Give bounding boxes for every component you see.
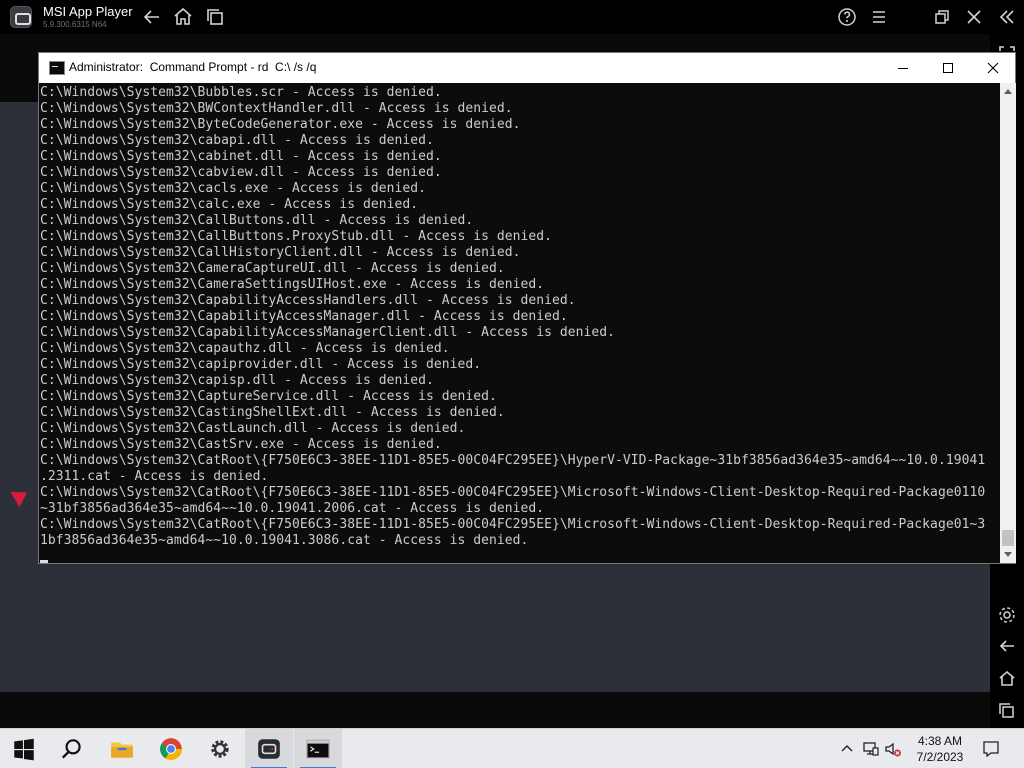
clock-date: 7/2/2023 <box>916 750 964 764</box>
console-cursor <box>40 560 48 563</box>
console-line: C:\Windows\System32\Bubbles.scr - Access… <box>40 85 442 100</box>
console-line: C:\Windows\System32\cabinet.dll - Access… <box>40 149 442 164</box>
scroll-up-arrow-icon[interactable] <box>1004 89 1012 94</box>
app-player-title: MSI App Player <box>43 4 133 19</box>
console-line: C:\Windows\System32\CatRoot\{F750E6C3-38… <box>40 517 986 532</box>
console-line: C:\Windows\System32\CatRoot\{F750E6C3-38… <box>40 453 986 468</box>
app-player-version: 5.9.300.6315 N64 <box>43 20 107 29</box>
start-button[interactable] <box>0 729 48 768</box>
console-line: C:\Windows\System32\cacls.exe - Access i… <box>40 181 426 196</box>
minimize-icon <box>898 68 908 69</box>
console-line: C:\Windows\System32\CatRoot\{F750E6C3-38… <box>40 485 986 500</box>
android-home-icon[interactable] <box>995 667 1019 691</box>
notifications-icon[interactable] <box>981 739 1001 759</box>
close-button[interactable] <box>970 53 1016 83</box>
console-line: .2311.cat - Access is denied. <box>40 469 269 484</box>
console-line: C:\Windows\System32\CallHistoryClient.dl… <box>40 245 521 260</box>
recent-apps-icon[interactable] <box>203 5 227 29</box>
command-prompt-window[interactable]: Administrator: Command Prompt - rd C:\ /… <box>38 52 1016 564</box>
command-prompt-title-bar[interactable]: Administrator: Command Prompt - rd C:\ /… <box>39 53 1015 83</box>
close-player-icon[interactable] <box>962 5 986 29</box>
android-back-icon[interactable] <box>995 634 1019 658</box>
console-line: C:\Windows\System32\capauthz.dll - Acces… <box>40 341 450 356</box>
app-player-title-bar: MSI App Player 5.9.300.6315 N64 <box>0 0 1024 34</box>
console-line: C:\Windows\System32\CastLaunch.dll - Acc… <box>40 421 466 436</box>
show-hidden-icons-chevron-icon[interactable] <box>838 740 856 758</box>
window-title: Administrator: Command Prompt - rd C:\ /… <box>69 60 317 74</box>
console-line: 1bf3856ad364e35~amd64~~10.0.19041.3086.c… <box>40 533 529 548</box>
android-recents-icon[interactable] <box>995 699 1019 723</box>
console-line: C:\Windows\System32\CapabilityAccessHand… <box>40 293 576 308</box>
command-prompt-taskbar-icon <box>306 739 330 759</box>
scroll-down-arrow-icon[interactable] <box>1004 552 1012 557</box>
msi-app-player-icon <box>258 739 280 759</box>
settings-gear-icon[interactable] <box>995 603 1019 627</box>
maximize-icon <box>943 63 953 73</box>
console-line: C:\Windows\System32\BWContextHandler.dll… <box>40 101 513 116</box>
console-line: C:\Windows\System32\CallButtons.ProxyStu… <box>40 229 552 244</box>
clock-time: 4:38 AM <box>917 734 963 748</box>
chrome-icon <box>160 738 182 760</box>
minimize-button[interactable] <box>880 53 926 83</box>
console-line: C:\Windows\System32\cabview.dll - Access… <box>40 165 442 180</box>
chrome-button[interactable] <box>147 729 195 768</box>
console-output[interactable]: C:\Windows\System32\Bubbles.scr - Access… <box>39 83 1000 563</box>
file-explorer-icon <box>111 742 133 758</box>
console-line: C:\Windows\System32\CameraCaptureUI.dll … <box>40 261 505 276</box>
settings-button[interactable] <box>196 729 244 768</box>
close-icon <box>987 62 999 74</box>
file-explorer-button[interactable] <box>98 729 146 768</box>
console-line: C:\Windows\System32\CapabilityAccessMana… <box>40 309 568 324</box>
console-line: C:\Windows\System32\CastingShellExt.dll … <box>40 405 505 420</box>
network-icon[interactable] <box>862 740 880 758</box>
taskbar: 4:38 AM 7/2/2023 <box>0 728 1024 768</box>
console-line: C:\Windows\System32\CameraSettingsUIHost… <box>40 277 545 292</box>
command-prompt-icon <box>49 61 65 75</box>
console-line: C:\Windows\System32\CallButtons.dll - Ac… <box>40 213 474 228</box>
console-line: C:\Windows\System32\capisp.dll - Access … <box>40 373 434 388</box>
settings-icon <box>211 740 229 758</box>
command-prompt-taskbar-button[interactable] <box>294 729 342 768</box>
msi-app-player-button[interactable] <box>245 729 293 768</box>
console-line: C:\Windows\System32\CaptureService.dll -… <box>40 389 497 404</box>
system-clock[interactable]: 4:38 AM 7/2/2023 <box>905 733 975 765</box>
volume-muted-icon[interactable] <box>884 740 902 758</box>
maximize-button[interactable] <box>925 53 971 83</box>
console-line: C:\Windows\System32\calc.exe - Access is… <box>40 197 419 212</box>
msi-app-player-logo-icon <box>10 6 32 28</box>
console-line: C:\Windows\System32\CastSrv.exe - Access… <box>40 437 442 452</box>
back-icon[interactable] <box>140 5 164 29</box>
console-line: ~31bf3856ad364e35~amd64~~10.0.19041.2006… <box>40 501 545 516</box>
console-line: C:\Windows\System32\CapabilityAccessMana… <box>40 325 615 340</box>
home-icon[interactable] <box>171 5 195 29</box>
help-icon[interactable] <box>835 5 859 29</box>
console-scrollbar[interactable] <box>1000 83 1016 563</box>
collapse-sidebar-icon[interactable] <box>995 5 1019 29</box>
menu-icon[interactable] <box>867 5 891 29</box>
console-line: C:\Windows\System32\cabapi.dll - Access … <box>40 133 434 148</box>
search-icon <box>61 739 81 759</box>
restore-window-icon[interactable] <box>930 5 954 29</box>
console-line: C:\Windows\System32\ByteCodeGenerator.ex… <box>40 117 521 132</box>
console-line: C:\Windows\System32\capiprovider.dll - A… <box>40 357 482 372</box>
search-button[interactable] <box>48 729 96 768</box>
scrollbar-thumb[interactable] <box>1002 530 1014 546</box>
windows-logo-icon <box>14 738 34 761</box>
